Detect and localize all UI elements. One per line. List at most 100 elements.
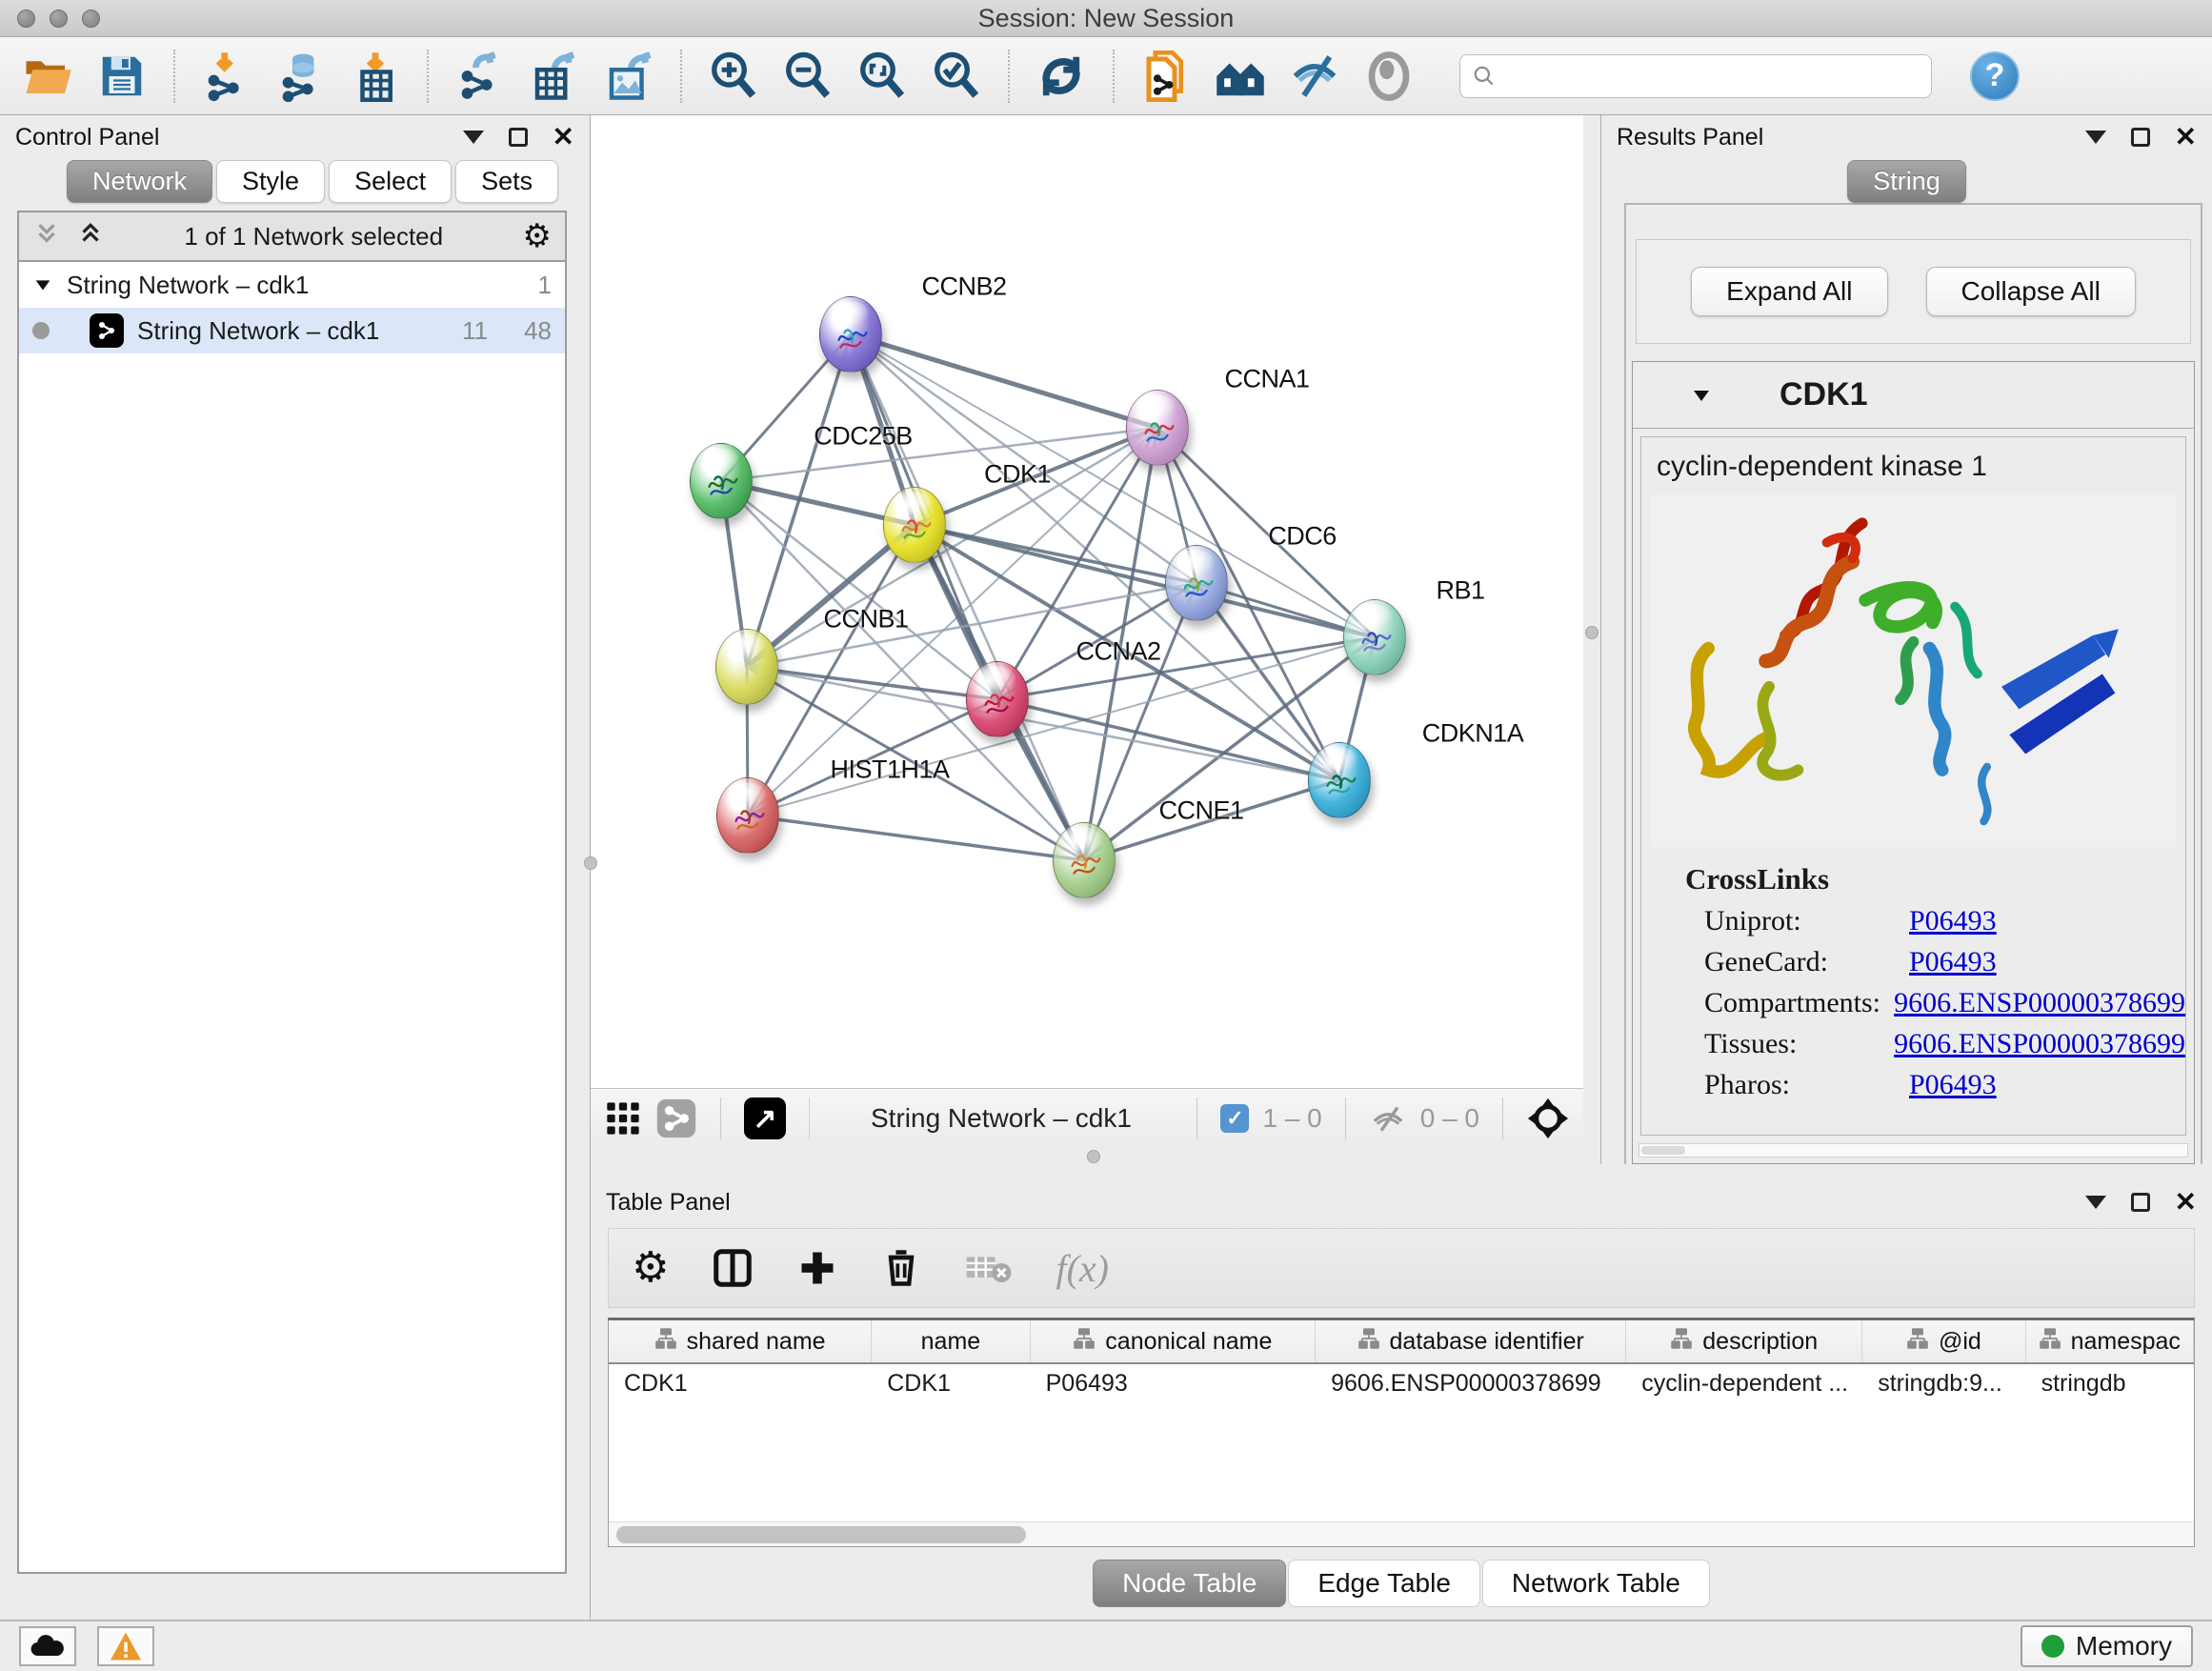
- table-horizontal-scrollbar[interactable]: [609, 1521, 2194, 1546]
- horizontal-splitter[interactable]: [591, 1164, 2212, 1180]
- network-node-HIST1H1A[interactable]: [716, 777, 779, 854]
- hide-selected-icon[interactable]: [1284, 47, 1345, 106]
- show-all-icon[interactable]: [1358, 47, 1419, 106]
- crosslink-link[interactable]: 9606.ENSP00000378699: [1894, 1028, 2185, 1060]
- table-options-gear-icon[interactable]: ⚙: [632, 1247, 669, 1289]
- fit-selected-crosshair-icon[interactable]: [1526, 1097, 1570, 1140]
- panel-float-icon[interactable]: [2131, 1193, 2150, 1212]
- tab-network[interactable]: Network: [67, 160, 212, 203]
- tab-style[interactable]: Style: [216, 160, 325, 203]
- grid-view-icon[interactable]: [604, 1099, 642, 1137]
- zoom-in-icon[interactable]: [703, 47, 764, 106]
- network-collection-row[interactable]: String Network – cdk1 1: [19, 262, 565, 308]
- column-header--id[interactable]: @id: [1862, 1320, 2025, 1362]
- network-edge-CCNB2-CCNA1[interactable]: [851, 334, 1157, 428]
- export-image-icon[interactable]: [598, 47, 659, 106]
- table-cell[interactable]: cyclin-dependent ...: [1626, 1364, 1862, 1406]
- network-node-CCNB2[interactable]: [819, 296, 882, 372]
- column-header-database-identifier[interactable]: database identifier: [1316, 1320, 1626, 1362]
- memory-button[interactable]: Memory: [2021, 1625, 2193, 1667]
- column-header-description[interactable]: description: [1626, 1320, 1862, 1362]
- network-options-gear-icon[interactable]: ⚙: [523, 220, 552, 252]
- network-node-CDC25B[interactable]: [690, 443, 753, 519]
- table-cell[interactable]: stringdb:9...: [1862, 1364, 2025, 1406]
- delete-column-icon[interactable]: [880, 1247, 922, 1289]
- vertical-splitter[interactable]: [1583, 115, 1600, 1164]
- network-node-RB1[interactable]: [1343, 599, 1406, 675]
- expand-all-button[interactable]: Expand All: [1691, 267, 1887, 316]
- panel-float-icon[interactable]: [2131, 128, 2150, 147]
- selected-nodes-checkbox[interactable]: ✓: [1220, 1104, 1249, 1133]
- import-table-file-icon[interactable]: [345, 47, 406, 106]
- import-network-file-icon[interactable]: [196, 47, 257, 106]
- cloud-status-icon[interactable]: [19, 1626, 76, 1666]
- network-row[interactable]: String Network – cdk1 11 48: [19, 308, 565, 353]
- export-network-icon[interactable]: [450, 47, 511, 106]
- network-node-CDC6[interactable]: [1165, 545, 1228, 621]
- panel-menu-icon[interactable]: [2085, 1196, 2106, 1209]
- network-node-CCNB1[interactable]: [715, 629, 778, 705]
- table-cell[interactable]: 9606.ENSP00000378699: [1316, 1364, 1626, 1406]
- gene-section-header[interactable]: CDK1: [1633, 362, 2194, 429]
- panel-close-icon[interactable]: ✕: [553, 124, 574, 151]
- table-cell[interactable]: CDK1: [872, 1364, 1030, 1406]
- table-cell[interactable]: stringdb: [2026, 1364, 2194, 1406]
- results-splitter-handle[interactable]: [1585, 626, 1599, 639]
- network-canvas[interactable]: CCNB2CCNA1CDC25BCDK1CDC6RB1CCNB1CCNA2CDK…: [591, 115, 1583, 1088]
- network-share-view-icon[interactable]: [655, 1097, 697, 1139]
- panel-close-icon[interactable]: ✕: [2175, 1189, 2197, 1216]
- collapse-all-button[interactable]: Collapse All: [1926, 267, 2136, 316]
- apply-layout-icon[interactable]: [1031, 47, 1092, 106]
- network-node-CDKN1A[interactable]: [1308, 742, 1371, 818]
- tab-select[interactable]: Select: [329, 160, 452, 203]
- tab-edge-table[interactable]: Edge Table: [1288, 1560, 1480, 1607]
- new-network-from-selection-icon[interactable]: [1136, 47, 1196, 106]
- crosslink-link[interactable]: 9606.ENSP00000378699: [1894, 987, 2185, 1019]
- export-table-icon[interactable]: [524, 47, 585, 106]
- panel-menu-icon[interactable]: [2085, 131, 2106, 144]
- first-neighbors-icon[interactable]: [1210, 47, 1271, 106]
- tab-sets[interactable]: Sets: [455, 160, 558, 203]
- network-node-CCNE1[interactable]: [1053, 822, 1116, 898]
- tab-string[interactable]: String: [1847, 160, 1966, 203]
- collection-expand-icon[interactable]: [32, 274, 53, 295]
- table-splitter-handle[interactable]: [1087, 1150, 1100, 1163]
- scrollbar-thumb[interactable]: [616, 1526, 1026, 1543]
- gene-collapse-icon[interactable]: [1690, 384, 1713, 407]
- network-node-CDK1[interactable]: [883, 487, 946, 563]
- column-header-name[interactable]: name: [872, 1320, 1030, 1362]
- import-network-database-icon[interactable]: [271, 47, 332, 106]
- network-edge-CCNB1-CCNA2[interactable]: [747, 667, 997, 699]
- network-edge-HIST1H1A-CCNE1[interactable]: [748, 815, 1084, 860]
- crosslink-link[interactable]: P06493: [1909, 1069, 1997, 1101]
- network-node-CCNA2[interactable]: [966, 661, 1029, 737]
- save-session-icon[interactable]: [91, 47, 152, 106]
- add-column-icon[interactable]: [796, 1247, 838, 1289]
- gene-section-scrollbar[interactable]: [1639, 1143, 2188, 1158]
- help-icon[interactable]: ?: [1970, 51, 2020, 101]
- birdseye-view-icon[interactable]: ↗: [744, 1097, 786, 1139]
- search-input[interactable]: [1504, 62, 1920, 90]
- tab-node-table[interactable]: Node Table: [1093, 1560, 1286, 1607]
- panel-splitter-handle[interactable]: [584, 856, 597, 870]
- column-header-canonical-name[interactable]: canonical name: [1031, 1320, 1317, 1362]
- collapse-all-icon[interactable]: [32, 219, 61, 254]
- expand-all-icon[interactable]: [76, 219, 105, 254]
- panel-menu-icon[interactable]: [463, 131, 484, 144]
- open-session-icon[interactable]: [17, 47, 78, 106]
- zoom-fit-icon[interactable]: [852, 47, 913, 106]
- crosslink-link[interactable]: P06493: [1909, 946, 1997, 978]
- table-row[interactable]: CDK1CDK1P064939606.ENSP00000378699cyclin…: [609, 1364, 2194, 1406]
- crosslink-link[interactable]: P06493: [1909, 905, 1997, 937]
- zoom-selected-icon[interactable]: [926, 47, 987, 106]
- hidden-eye-icon[interactable]: [1369, 1102, 1407, 1135]
- column-header-namespac[interactable]: namespac: [2026, 1320, 2194, 1362]
- table-cell[interactable]: CDK1: [609, 1364, 872, 1406]
- column-header-shared-name[interactable]: shared name: [609, 1320, 872, 1362]
- warning-status-icon[interactable]: [97, 1626, 154, 1666]
- zoom-out-icon[interactable]: [777, 47, 838, 106]
- panel-close-icon[interactable]: ✕: [2175, 124, 2197, 151]
- table-cell[interactable]: P06493: [1031, 1364, 1317, 1406]
- panel-float-icon[interactable]: [509, 128, 528, 147]
- network-node-CCNA1[interactable]: [1126, 390, 1189, 466]
